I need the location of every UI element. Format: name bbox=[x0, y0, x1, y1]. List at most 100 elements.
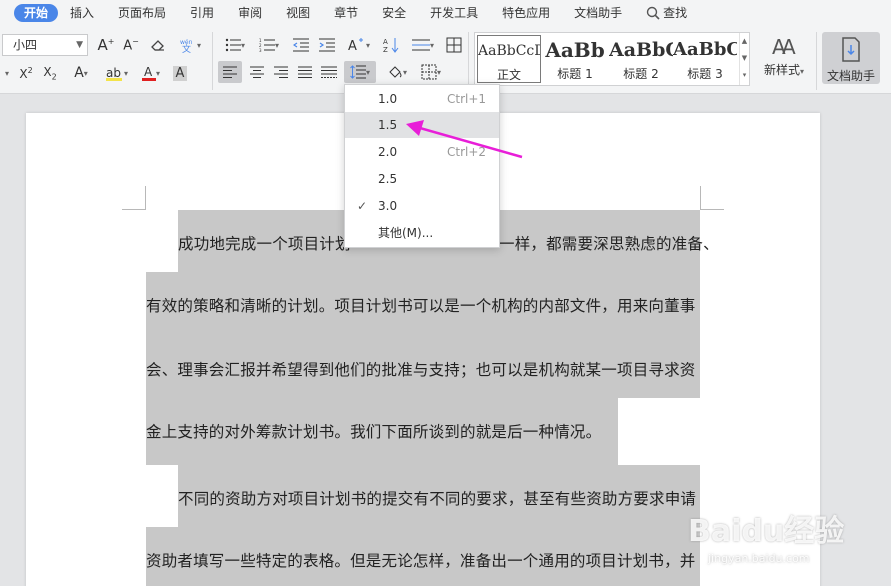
tab-insert[interactable]: 插入 bbox=[58, 0, 106, 26]
show-hide-button[interactable] bbox=[444, 35, 464, 55]
font-color-button[interactable]: A ▾ bbox=[138, 63, 164, 83]
doc-line[interactable]: 有效的策略和清晰的计划。项目计划书可以是一个机构的内部文件，用来向董事 bbox=[146, 294, 696, 316]
svg-text:A: A bbox=[782, 35, 796, 58]
superscript-icon: X2 bbox=[19, 65, 33, 81]
menu-item-label: 3.0 bbox=[378, 199, 398, 213]
doc-assistant-label: 文档助手 bbox=[826, 69, 875, 83]
shrink-font-button[interactable]: A− bbox=[121, 35, 141, 55]
style-label: 正文 bbox=[496, 68, 521, 82]
doc-assistant-button[interactable]: 文档助手 bbox=[822, 32, 880, 84]
justify-button[interactable] bbox=[294, 62, 316, 82]
style-heading-1[interactable]: AaBb 标题 1 bbox=[543, 35, 607, 83]
tab-view[interactable]: 视图 bbox=[274, 0, 322, 26]
style-heading-2[interactable]: AaBbC 标题 2 bbox=[609, 35, 673, 83]
indent-icon bbox=[319, 38, 335, 52]
chinese-layout-button[interactable]: A ▾ bbox=[344, 35, 374, 55]
menu-item-label: 1.0 bbox=[378, 92, 398, 106]
separator bbox=[212, 32, 213, 90]
line-spacing-menu: 1.0 Ctrl+1 1.5 2.0 Ctrl+2 2.5 ✓ 3.0 其他(M… bbox=[344, 84, 500, 248]
style-label: 标题 1 bbox=[557, 67, 593, 81]
doc-assistant-icon bbox=[842, 37, 860, 62]
new-style-label: 新样式 bbox=[763, 63, 800, 77]
tab-review[interactable]: 审阅 bbox=[226, 0, 274, 26]
highlight-button[interactable]: ab ▾ bbox=[102, 63, 132, 83]
menu-item-label: 2.0 bbox=[378, 145, 398, 159]
search-icon bbox=[646, 6, 660, 20]
new-style-button[interactable]: AA 新样式▾ bbox=[756, 34, 812, 84]
doc-line[interactable]: 资助者填写一些特定的表格。但是无论怎样，准备出一个通用的项目计划书，并 bbox=[146, 549, 696, 571]
char-shading-button[interactable]: A bbox=[170, 63, 190, 83]
svg-text:A: A bbox=[144, 65, 153, 79]
tab-special-apps[interactable]: 特色应用 bbox=[490, 0, 562, 26]
font-size-select[interactable]: 小四 ▼ bbox=[2, 34, 88, 56]
line-spacing-1-0[interactable]: 1.0 Ctrl+1 bbox=[345, 86, 499, 112]
svg-text:Z: Z bbox=[383, 46, 388, 53]
tab-security[interactable]: 安全 bbox=[370, 0, 418, 26]
svg-text:文: 文 bbox=[182, 43, 191, 53]
borders-button[interactable]: ▾ bbox=[416, 62, 446, 82]
tab-page-layout[interactable]: 页面布局 bbox=[106, 0, 178, 26]
subscript-icon: X2 bbox=[43, 64, 57, 82]
margin-mark-top-left bbox=[122, 186, 146, 210]
chinese-layout-icon: A bbox=[348, 38, 363, 53]
text-effect-button[interactable]: A ▾ bbox=[66, 63, 96, 83]
phonetic-guide-button[interactable]: wén 文 ▾ bbox=[176, 35, 204, 55]
menu-item-label: 其他(M)... bbox=[378, 226, 434, 240]
line-spacing-2-0[interactable]: 2.0 Ctrl+2 bbox=[345, 139, 499, 165]
style-heading-3[interactable]: AaBbC 标题 3 bbox=[673, 35, 737, 83]
decrease-indent-button[interactable] bbox=[290, 35, 312, 55]
line-spacing-button[interactable]: ▾ bbox=[344, 61, 376, 83]
chevron-down-icon: ▾ bbox=[4, 68, 9, 78]
tab-references[interactable]: 引用 bbox=[178, 0, 226, 26]
styles-gallery: AaBbCcDd 正文 AaBb 标题 1 AaBbC 标题 2 AaBbC 标… bbox=[474, 32, 750, 86]
tab-section[interactable]: 章节 bbox=[322, 0, 370, 26]
highlighter-icon: ab bbox=[105, 66, 122, 81]
menu-item-label: 2.5 bbox=[378, 172, 398, 186]
styles-scroll[interactable]: ▲ ▼ ▾ bbox=[739, 33, 749, 85]
doc-line[interactable]: 金上支持的对外筹款计划书。我们下面所谈到的就是后一种情况。 bbox=[146, 420, 601, 442]
grow-font-button[interactable]: A+ bbox=[96, 35, 116, 55]
align-right-button[interactable] bbox=[270, 62, 292, 82]
numbered-list-icon: 123 bbox=[259, 38, 275, 52]
search-button[interactable]: 查找 bbox=[634, 0, 699, 26]
align-center-icon bbox=[250, 66, 264, 78]
menu-item-shortcut: Ctrl+2 bbox=[447, 145, 487, 159]
tab-developer[interactable]: 开发工具 bbox=[418, 0, 490, 26]
tab-doc-assistant[interactable]: 文档助手 bbox=[562, 0, 634, 26]
font-size-value: 小四 bbox=[13, 38, 38, 52]
align-center-button[interactable] bbox=[246, 62, 268, 82]
chevron-down-icon: ▼ bbox=[741, 54, 748, 62]
doc-line[interactable]: 会、理事会汇报并希望得到他们的批准与支持；也可以是机构就某一项目寻求资 bbox=[146, 358, 696, 380]
style-label: 标题 3 bbox=[687, 67, 723, 81]
chevron-down-icon: ▼ bbox=[76, 40, 83, 50]
doc-line[interactable]: 一样，都需要深思熟虑的准备、 bbox=[499, 232, 719, 254]
sort-button[interactable]: AZ bbox=[380, 35, 402, 55]
subscript-button[interactable]: X2 bbox=[40, 63, 60, 83]
line-spacing-other[interactable]: 其他(M)... bbox=[345, 220, 499, 246]
underline-dropdown[interactable]: ▾ bbox=[2, 63, 12, 83]
distribute-button[interactable] bbox=[318, 62, 340, 82]
line-spacing-1-5[interactable]: 1.5 bbox=[345, 112, 499, 138]
superscript-button[interactable]: X2 bbox=[16, 63, 36, 83]
menu-bar: 开始 插入 页面布局 引用 审阅 视图 章节 安全 开发工具 特色应用 文档助手… bbox=[0, 0, 891, 26]
line-spacing-3-0[interactable]: ✓ 3.0 bbox=[345, 193, 499, 219]
increase-indent-button[interactable] bbox=[316, 35, 338, 55]
checkmark-icon: ✓ bbox=[357, 199, 368, 213]
more-icon: ▾ bbox=[742, 71, 747, 79]
tab-home[interactable]: 开始 bbox=[14, 4, 59, 22]
align-left-icon bbox=[223, 66, 237, 78]
spacing-button[interactable]: ▾ bbox=[408, 35, 438, 55]
distribute-icon bbox=[321, 66, 337, 78]
align-left-button[interactable] bbox=[218, 61, 242, 83]
style-label: 标题 2 bbox=[623, 67, 659, 81]
numbering-button[interactable]: 123 ▾ bbox=[254, 35, 284, 55]
shading-button[interactable]: ▾ bbox=[382, 62, 412, 82]
doc-line[interactable]: 不同的资助方对项目计划书的提交有不同的要求，甚至有些资助方要求申请 bbox=[178, 487, 696, 509]
clear-format-button[interactable] bbox=[147, 35, 169, 55]
style-normal[interactable]: AaBbCcDd 正文 bbox=[477, 35, 541, 83]
line-spacing-2-5[interactable]: 2.5 bbox=[345, 166, 499, 192]
bullets-button[interactable]: ▾ bbox=[220, 35, 250, 55]
doc-line[interactable]: 成功地完成一个项目计划 bbox=[178, 232, 351, 254]
svg-text:A: A bbox=[383, 38, 388, 46]
align-right-icon bbox=[274, 66, 288, 78]
